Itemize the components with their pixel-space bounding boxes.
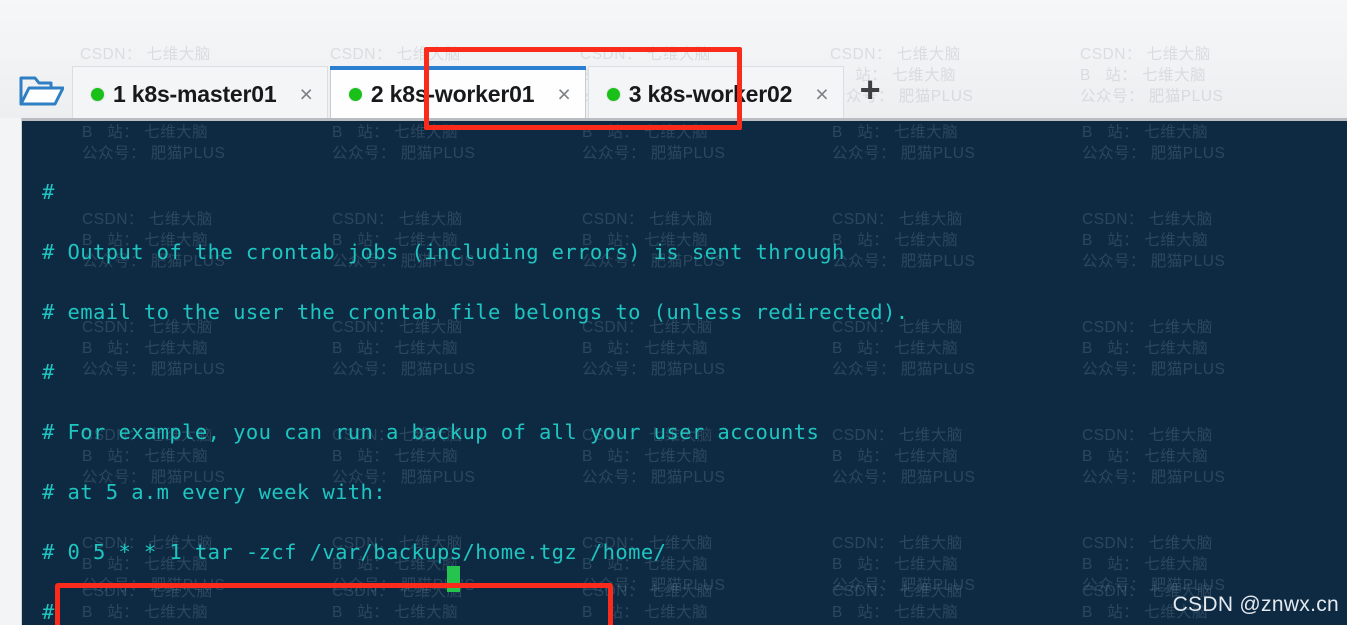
connection-status-dot — [606, 88, 620, 101]
tab-label: 1 k8s-master01 — [113, 81, 277, 107]
terminal-left-gutter — [0, 118, 22, 625]
terminal-line: # at 5 a.m every week with: — [42, 480, 387, 504]
open-folder-icon[interactable] — [10, 62, 72, 120]
tab-close-icon[interactable]: × — [815, 83, 828, 106]
terminal-text-output: # # Output of the crontab jobs (includin… — [22, 121, 1347, 625]
connection-status-dot — [348, 88, 362, 101]
connection-status-dot — [91, 88, 104, 101]
tab-close-icon[interactable]: × — [299, 83, 312, 106]
terminal-line: # — [42, 360, 55, 384]
csdn-corner-watermark: CSDN @znwx.cn — [1172, 593, 1339, 616]
terminal-line: # 0 5 * * 1 tar -zcf /var/backups/home.t… — [42, 540, 667, 564]
tab-k8s-worker01[interactable]: 2 k8s-worker01 × — [329, 66, 586, 122]
tab-k8s-worker02[interactable]: 3 k8s-worker02 × — [587, 66, 844, 122]
terminal-line: # — [42, 600, 55, 624]
tab-bar: 1 k8s-master01 × 2 k8s-worker01 × 3 k8s-… — [0, 58, 1347, 122]
terminal-region: CSDN： 七维大脑 B 站： 七维大脑 公众号： 肥猫PLUSCSDN： 七维… — [0, 118, 1347, 625]
terminal-app-window: CSDN： 七维大脑 B 站： 七维大脑 公众号： 肥猫PLUSCSDN： 七维… — [0, 0, 1347, 625]
tab-k8s-master01[interactable]: 1 k8s-master01 × — [72, 66, 328, 122]
text-cursor — [447, 566, 460, 592]
tab-close-icon[interactable]: × — [557, 83, 570, 106]
terminal-screen[interactable]: CSDN： 七维大脑 B 站： 七维大脑 公众号： 肥猫PLUSCSDN： 七维… — [22, 121, 1347, 625]
tab-label: 3 k8s-worker02 — [628, 81, 793, 107]
terminal-line: # email to the user the crontab file bel… — [42, 300, 909, 324]
terminal-line: # Output of the crontab jobs (including … — [42, 240, 845, 264]
terminal-line: # For example, you can run a backup of a… — [42, 420, 820, 444]
tab-label: 2 k8s-worker01 — [370, 81, 535, 107]
new-tab-button[interactable]: + — [860, 72, 881, 108]
terminal-line: # — [42, 180, 55, 204]
